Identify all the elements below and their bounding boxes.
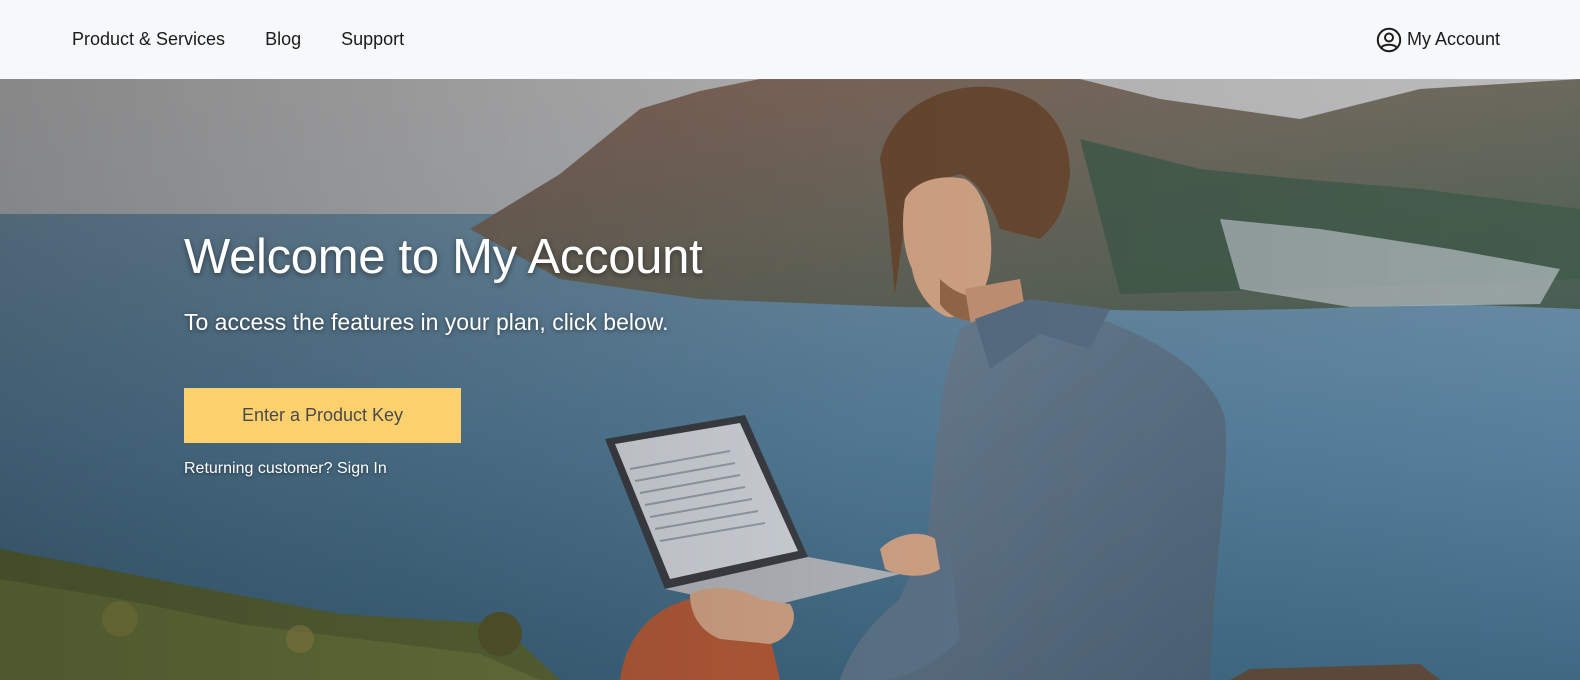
top-navigation-bar: Product & Services Blog Support My Accou…	[0, 0, 1580, 79]
hero-section: Welcome to My Account To access the feat…	[0, 79, 1580, 680]
nav-item-support[interactable]: Support	[341, 29, 404, 50]
my-account-link[interactable]: My Account	[1376, 0, 1500, 79]
hero-content: Welcome to My Account To access the feat…	[184, 229, 703, 478]
nav-item-product-services[interactable]: Product & Services	[72, 29, 225, 50]
main-nav: Product & Services Blog Support	[72, 29, 444, 50]
returning-customer-sign-in-link[interactable]: Returning customer? Sign In	[184, 460, 387, 478]
user-circle-icon	[1376, 27, 1402, 52]
hero-title: Welcome to My Account	[184, 230, 703, 284]
hero-subtitle: To access the features in your plan, cli…	[184, 309, 669, 335]
enter-product-key-button[interactable]: Enter a Product Key	[184, 388, 461, 443]
my-account-label: My Account	[1406, 29, 1500, 49]
nav-item-blog[interactable]: Blog	[265, 29, 301, 50]
